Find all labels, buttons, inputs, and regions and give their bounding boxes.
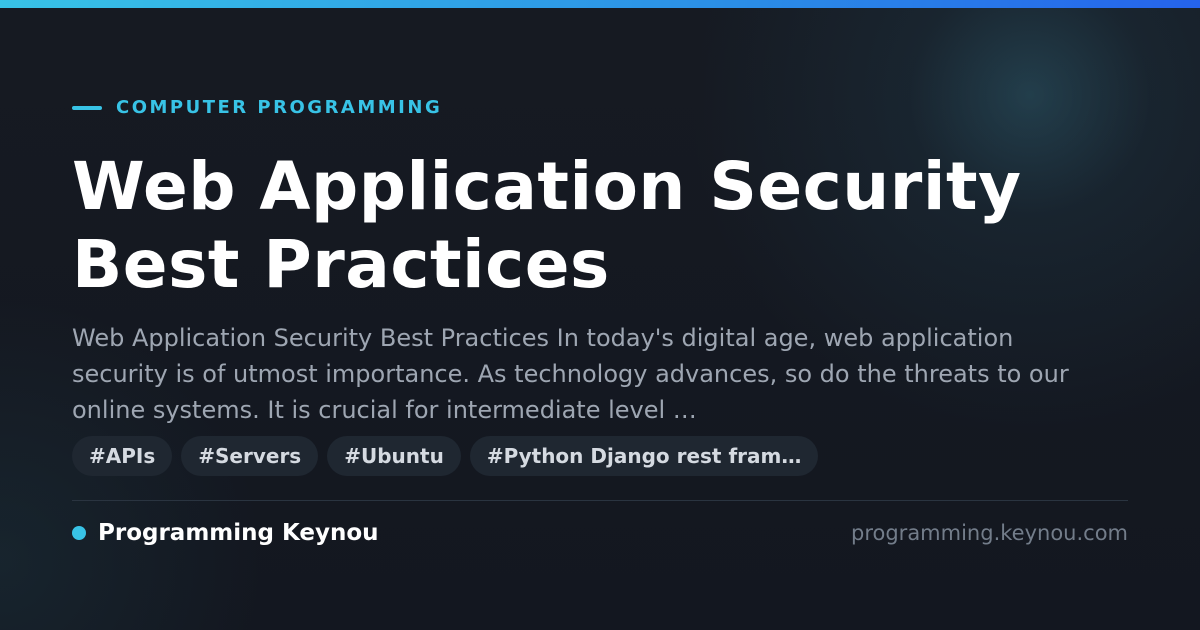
category-accent-line	[72, 106, 102, 110]
tag-apis[interactable]: #APIs	[72, 436, 173, 476]
top-accent-bar	[0, 0, 1200, 8]
brand-dot-icon	[72, 526, 86, 540]
tag-python-django[interactable]: #Python Django rest fram…	[469, 436, 819, 476]
site-brand: Programming Keynou	[72, 518, 379, 548]
tag-ubuntu[interactable]: #Ubuntu	[327, 436, 461, 476]
tag-servers[interactable]: #Servers	[181, 436, 319, 476]
tag-list: #APIs #Servers #Ubuntu #Python Django re…	[72, 436, 819, 476]
site-url[interactable]: programming.keynou.com	[851, 518, 1128, 548]
category-text: COMPUTER PROGRAMMING	[116, 97, 443, 118]
footer-divider	[72, 500, 1128, 501]
category-label: COMPUTER PROGRAMMING	[72, 96, 442, 120]
article-excerpt: Web Application Security Best Practices …	[72, 324, 1069, 424]
article-title: Web Application Security Best Practices	[72, 148, 1022, 303]
site-name: Programming Keynou	[98, 520, 379, 546]
